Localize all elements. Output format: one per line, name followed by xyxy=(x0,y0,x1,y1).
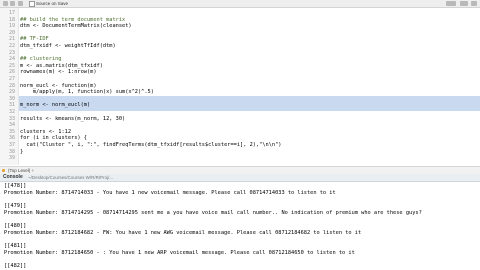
code-line[interactable]: m_norm <- norm_eucl(m) xyxy=(20,102,90,108)
code-line[interactable]: ## TF-IDF xyxy=(20,36,49,42)
console-line: [[481]] xyxy=(4,243,27,250)
line-number: 29 xyxy=(8,89,15,96)
line-number: 33 xyxy=(8,115,15,122)
working-directory-path: ~/Desktop/Courses/Courses W/R/R/Proj/... xyxy=(28,175,114,180)
line-number: 19 xyxy=(8,23,15,30)
console-line: Promotion Number: 8714714033 - You have … xyxy=(4,189,336,196)
line-number: 24 xyxy=(8,56,15,63)
menu-icon[interactable] xyxy=(471,1,477,6)
console-line: [[479]] xyxy=(4,203,27,210)
console-line: Promotion Number: 8712184650 - : You hav… xyxy=(4,250,355,256)
source-on-save-label: Source on Save xyxy=(36,1,69,6)
code-line[interactable]: rownames(m) <- 1:nrow(m) xyxy=(20,69,97,75)
console-line: Promotion Number: 8712184682 - FW: You h… xyxy=(4,229,362,236)
line-number: 39 xyxy=(8,155,15,162)
code-line[interactable]: } xyxy=(20,149,23,155)
line-number: 28 xyxy=(8,82,15,89)
line-number: 25 xyxy=(8,62,15,69)
code-editor[interactable]: 17 18 ## build the term document matrix 19 d… xyxy=(0,8,480,165)
code-line[interactable]: clusters <- 1:12 xyxy=(20,129,71,135)
line-number: 20 xyxy=(8,29,15,36)
console-title[interactable]: Console xyxy=(3,174,23,181)
line-number: 36 xyxy=(8,135,15,142)
code-line[interactable]: for (i in clusters) { xyxy=(20,135,87,141)
line-number: 32 xyxy=(8,109,15,115)
console-line: [[480]] xyxy=(4,223,27,230)
forward-arrow-icon[interactable] xyxy=(10,1,15,6)
console-output[interactable]: [[478]] Promotion Number: 8714714033 - Yo… xyxy=(0,182,480,270)
run-button[interactable] xyxy=(446,1,456,6)
line-number: 30 xyxy=(8,95,15,102)
code-line[interactable]: cat("Cluster ", i, ":", findFreqTerms(dt… xyxy=(20,142,281,148)
code-line[interactable]: dtm <- DocumentTermMatrix(cleanset) xyxy=(20,23,132,29)
code-line[interactable]: dtm_tfxidf <- weightTfIdf(dtm) xyxy=(20,43,116,49)
scope-label[interactable]: (Top Level) ÷ xyxy=(8,167,34,174)
console-header: Console ~/Desktop/Courses/Courses W/R/R/… xyxy=(0,174,480,182)
code-line[interactable]: results <- kmeans(m_norm, 12, 30) xyxy=(20,116,125,122)
console-line: Promotion Number: 8714714295 - 087147142… xyxy=(4,209,422,216)
code-line[interactable]: norm_eucl <- function(m) xyxy=(20,83,97,89)
code-line[interactable]: ## build the term document matrix xyxy=(20,17,125,23)
code-line[interactable]: m/apply(m, 1, function(x) sum(x^2)^.5) xyxy=(20,89,154,95)
line-number: 18 xyxy=(8,16,15,23)
line-number: 22 xyxy=(8,43,15,49)
save-icon[interactable] xyxy=(18,1,23,6)
source-on-save-checkbox[interactable] xyxy=(29,1,35,7)
line-number: 21 xyxy=(8,36,15,43)
back-arrow-icon[interactable] xyxy=(3,1,8,6)
line-number: 34 xyxy=(8,122,15,129)
code-line[interactable]: ## clustering xyxy=(20,56,61,62)
line-number: 26 xyxy=(8,69,15,76)
line-number: 23 xyxy=(8,49,15,56)
line-number: 38 xyxy=(8,148,15,155)
scope-icon xyxy=(2,169,5,172)
line-number: 37 xyxy=(8,142,15,148)
source-button[interactable] xyxy=(460,1,468,6)
console-line: [[482]] xyxy=(4,263,27,270)
console-line: [[478]] xyxy=(4,183,27,189)
editor-toolbar: Source on Save xyxy=(0,0,480,8)
line-number: 27 xyxy=(8,76,15,82)
code-line[interactable]: m <- as.matrix(dtm_tfxidf) xyxy=(20,63,103,69)
line-number: 31 xyxy=(8,102,15,109)
line-number: 35 xyxy=(8,128,15,135)
line-number: 17 xyxy=(8,10,15,16)
